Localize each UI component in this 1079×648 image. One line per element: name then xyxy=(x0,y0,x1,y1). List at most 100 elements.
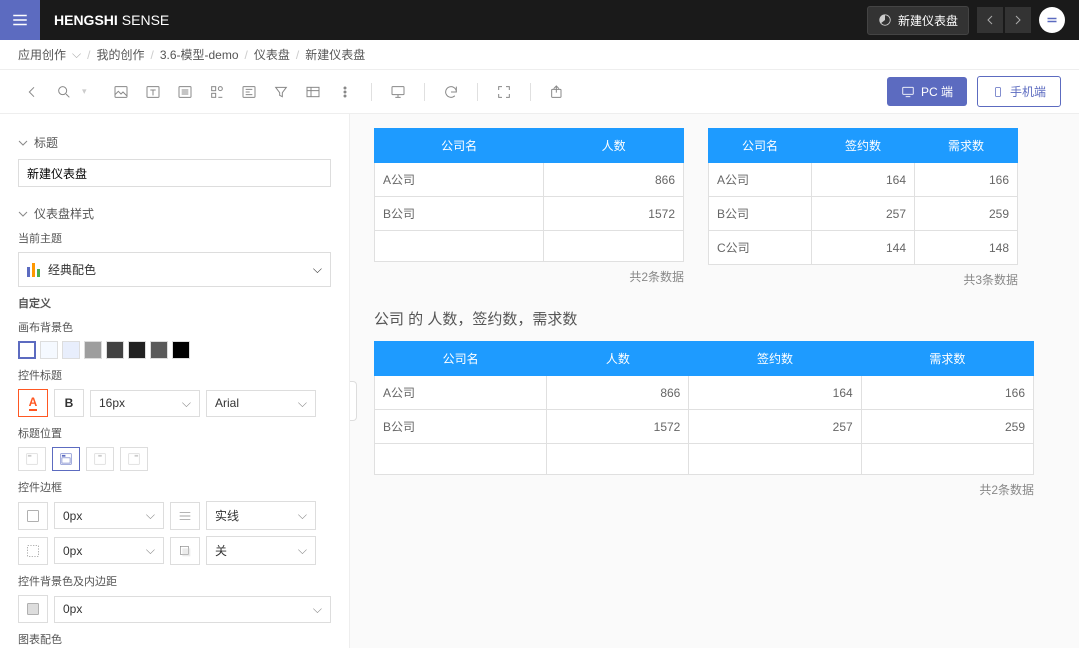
zoom-button[interactable] xyxy=(50,78,78,106)
filter-button[interactable] xyxy=(267,78,295,106)
table-3-footer: 共2条数据 xyxy=(374,481,1034,498)
theme-select[interactable]: 经典配色 ⌵ xyxy=(18,252,331,287)
padding-select[interactable]: 0px⌵ xyxy=(54,596,331,623)
brand-logo: HENGSHISENSE xyxy=(54,12,169,28)
back-button[interactable] xyxy=(18,78,46,106)
device-mobile-button[interactable]: 手机端 xyxy=(977,76,1061,107)
new-dashboard-label: 新建仪表盘 xyxy=(898,12,958,29)
section-title-toggle[interactable]: 标题 xyxy=(18,134,331,151)
hamburger-menu-button[interactable] xyxy=(0,0,40,40)
border-width-select[interactable]: 0px⌵ xyxy=(54,502,164,529)
table-header[interactable]: 签约数 xyxy=(812,129,915,163)
table-header[interactable]: 公司名 xyxy=(375,129,544,163)
table-card-2[interactable]: 公司名签约数需求数A公司164166B公司257259C公司144148 共3条… xyxy=(708,128,1018,288)
more-button[interactable] xyxy=(331,78,359,106)
color-swatch[interactable] xyxy=(84,341,102,359)
nav-prev-button[interactable] xyxy=(977,7,1003,33)
table-header[interactable]: 需求数 xyxy=(861,342,1033,376)
refresh-button[interactable] xyxy=(437,78,465,106)
align-button[interactable] xyxy=(235,78,263,106)
dashboard-title-input[interactable] xyxy=(18,159,331,187)
align-top-left[interactable] xyxy=(18,447,46,471)
border-shadow-value: 关 xyxy=(215,542,227,559)
font-family-select[interactable]: Arial⌵ xyxy=(206,390,316,417)
chevron-down-icon: ⌵ xyxy=(298,508,307,523)
table-header[interactable]: 公司名 xyxy=(709,129,812,163)
table-card-3[interactable]: 公司名人数签约数需求数A公司866164166B公司1572257259 共2条… xyxy=(374,341,1034,498)
color-swatch[interactable] xyxy=(18,341,36,359)
table-row[interactable]: B公司1572 xyxy=(375,197,684,231)
nav-next-button[interactable] xyxy=(1005,7,1031,33)
section-style-toggle[interactable]: 仪表盘样式 xyxy=(18,205,331,222)
table-row[interactable]: A公司866 xyxy=(375,163,684,197)
breadcrumb-model[interactable]: 3.6-模型-demo xyxy=(160,46,239,63)
align-right[interactable] xyxy=(120,447,148,471)
breadcrumb-dashboards[interactable]: 仪表盘 xyxy=(254,46,290,63)
chevron-down-icon: ⌵ xyxy=(298,543,307,558)
table-header[interactable]: 签约数 xyxy=(689,342,861,376)
list-button[interactable] xyxy=(171,78,199,106)
table-header[interactable]: 人数 xyxy=(547,342,689,376)
table-row[interactable]: C公司144148 xyxy=(709,231,1018,265)
color-swatch[interactable] xyxy=(172,341,190,359)
border-shadow-select[interactable]: 关⌵ xyxy=(206,536,316,565)
device-mobile-label: 手机端 xyxy=(1010,83,1046,100)
font-b-label: B xyxy=(65,396,74,410)
sidebar-panel: 标题 仪表盘样式 当前主题 经典配色 ⌵ 自定义 画布背景色 控件标题 A B … xyxy=(0,114,350,648)
chevron-down-icon xyxy=(18,209,28,219)
brand-sub: SENSE xyxy=(122,12,169,28)
user-avatar[interactable] xyxy=(1039,7,1065,33)
device-pc-button[interactable]: PC 端 xyxy=(887,77,967,106)
border-radius-select[interactable]: 0px⌵ xyxy=(54,537,164,564)
table-card-1[interactable]: 公司名人数A公司866B公司1572 共2条数据 xyxy=(374,128,684,288)
font-bold-button[interactable]: B xyxy=(54,389,84,417)
breadcrumb-current: 新建仪表盘 xyxy=(305,46,365,63)
expand-icon xyxy=(496,84,512,100)
align-left[interactable] xyxy=(52,447,80,471)
color-swatch[interactable] xyxy=(106,341,124,359)
new-dashboard-button[interactable]: 新建仪表盘 xyxy=(867,6,969,35)
table-header[interactable]: 公司名 xyxy=(375,342,547,376)
theme-bars-icon xyxy=(27,263,40,277)
border-shadow-icon-box xyxy=(170,537,200,565)
chevron-down-icon[interactable]: ⌵ xyxy=(72,47,81,62)
table-row[interactable]: B公司1572257259 xyxy=(375,410,1034,444)
grid-button[interactable] xyxy=(299,78,327,106)
share-button[interactable] xyxy=(543,78,571,106)
shape-button[interactable] xyxy=(203,78,231,106)
table-cell: 257 xyxy=(812,197,915,231)
chevron-left-icon xyxy=(985,15,995,25)
border-width-icon-box xyxy=(18,502,48,530)
present-button[interactable] xyxy=(384,78,412,106)
text-button[interactable] xyxy=(139,78,167,106)
breadcrumb-app[interactable]: 应用创作 xyxy=(18,46,66,63)
font-color-button[interactable]: A xyxy=(18,389,48,417)
panel-collapse-handle[interactable] xyxy=(350,381,357,421)
table-row[interactable] xyxy=(375,231,684,262)
border-style-select[interactable]: 实线⌵ xyxy=(206,501,316,530)
color-swatch[interactable] xyxy=(40,341,58,359)
color-swatch[interactable] xyxy=(62,341,80,359)
lines-icon xyxy=(177,508,193,524)
table-cell: 866 xyxy=(544,163,684,197)
table-row[interactable]: B公司257259 xyxy=(709,197,1018,231)
table-row[interactable]: A公司866164166 xyxy=(375,376,1034,410)
table-row[interactable]: A公司164166 xyxy=(709,163,1018,197)
color-swatch[interactable] xyxy=(150,341,168,359)
chevron-down-icon[interactable]: ▾ xyxy=(82,86,87,97)
color-swatch[interactable] xyxy=(128,341,146,359)
separator xyxy=(371,83,372,101)
table-header[interactable]: 人数 xyxy=(544,129,684,163)
top-bar: HENGSHISENSE 新建仪表盘 xyxy=(0,0,1079,40)
table-header[interactable]: 需求数 xyxy=(915,129,1018,163)
font-size-select[interactable]: 16px⌵ xyxy=(90,390,200,417)
breadcrumb-my[interactable]: 我的创作 xyxy=(96,46,144,63)
image-button[interactable] xyxy=(107,78,135,106)
border-radius-icon-box xyxy=(18,537,48,565)
align-center[interactable] xyxy=(86,447,114,471)
kebab-icon xyxy=(337,84,353,100)
fullscreen-button[interactable] xyxy=(490,78,518,106)
dashboard-canvas[interactable]: 公司名人数A公司866B公司1572 共2条数据 公司名签约数需求数A公司164… xyxy=(350,114,1079,648)
table-cell: 166 xyxy=(915,163,1018,197)
table-row[interactable] xyxy=(375,444,1034,475)
